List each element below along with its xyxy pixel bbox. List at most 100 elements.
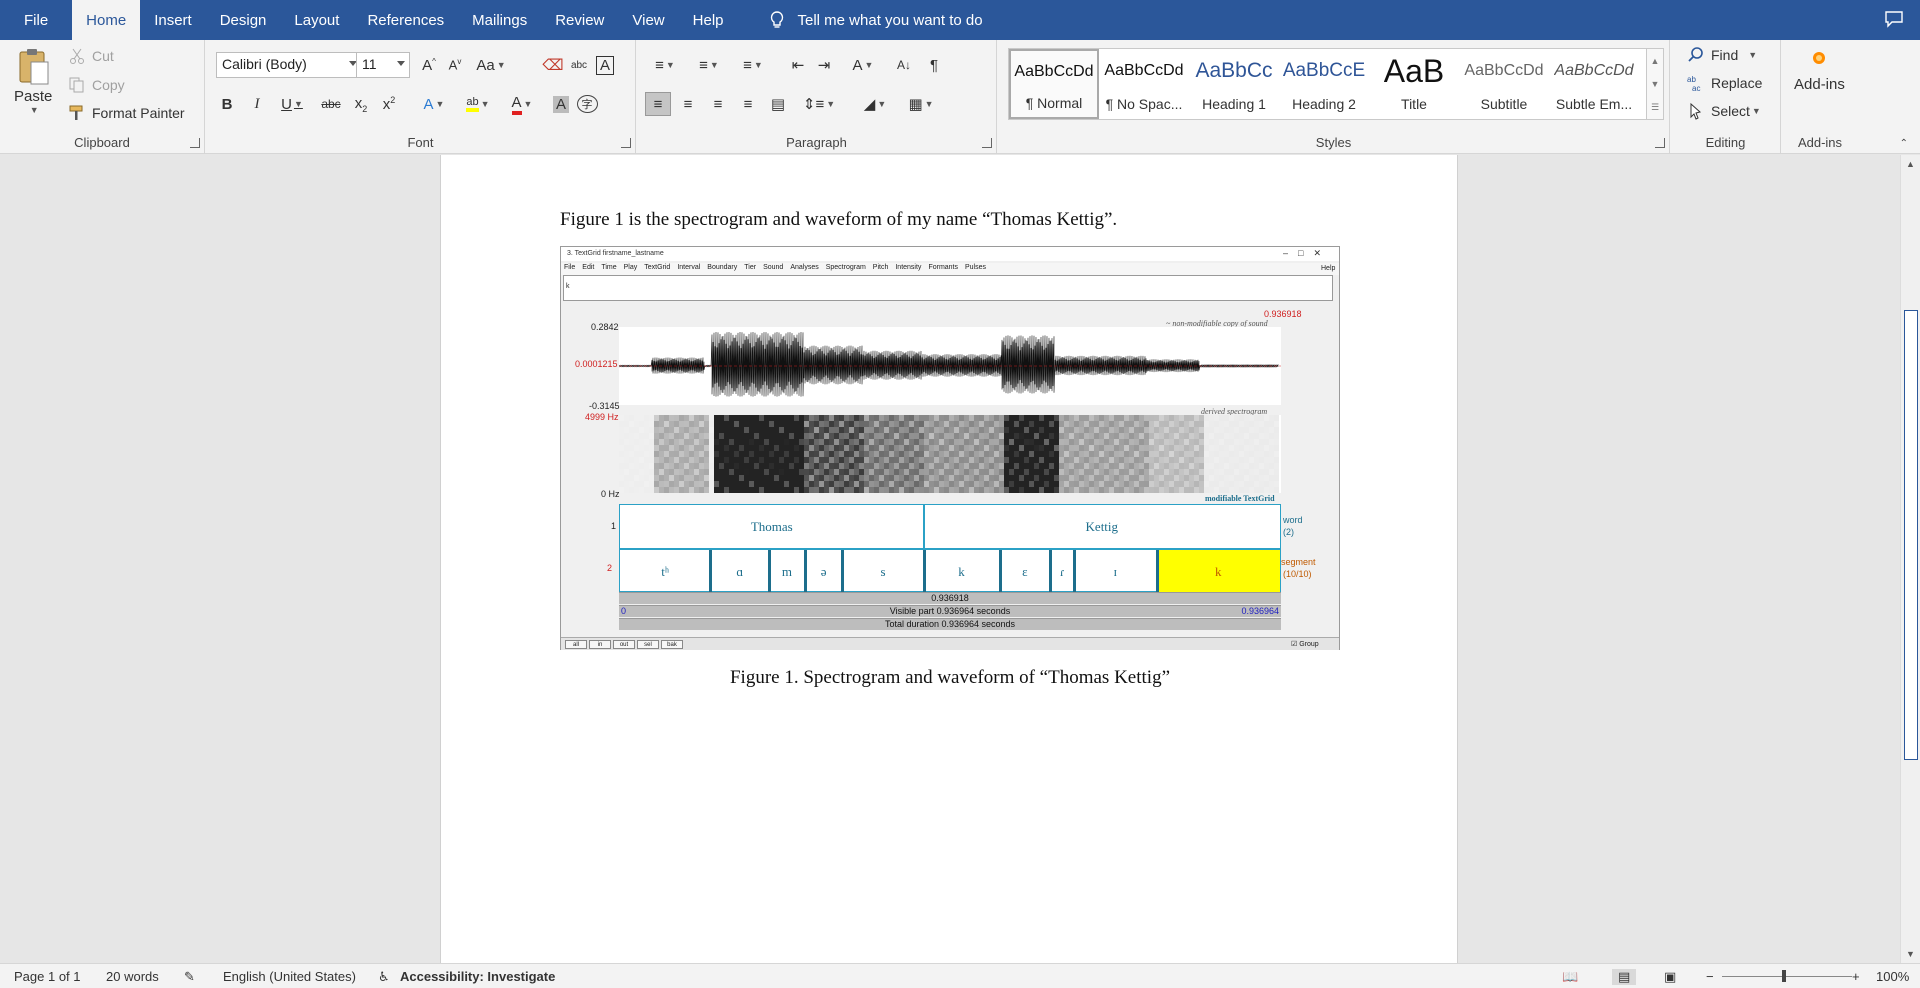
print-layout-icon[interactable]: ▤ bbox=[1612, 969, 1637, 985]
praat-segment-interval[interactable]: k bbox=[924, 550, 1000, 593]
tab-insert[interactable]: Insert bbox=[140, 0, 206, 40]
show-marks-button[interactable]: ¶ bbox=[921, 53, 947, 77]
praat-segment-boundary[interactable] bbox=[922, 550, 926, 592]
highlight-color-button[interactable]: ab ▼ bbox=[460, 92, 496, 116]
figure-caption[interactable]: Figure 1. Spectrogram and waveform of “T… bbox=[441, 667, 1459, 689]
shrink-font-button[interactable]: Av bbox=[442, 53, 468, 77]
tab-references[interactable]: References bbox=[353, 0, 458, 40]
praat-word-interval[interactable]: Kettig bbox=[924, 505, 1280, 548]
tab-help[interactable]: Help bbox=[679, 0, 738, 40]
praat-menu-time[interactable]: Time bbox=[601, 264, 616, 274]
align-left-button[interactable]: ≡ bbox=[645, 92, 671, 116]
change-case-button[interactable]: Aa ▼ bbox=[474, 53, 508, 77]
style-subtitle[interactable]: AaBbCcDd Subtitle bbox=[1459, 49, 1549, 119]
superscript-button[interactable]: x2 bbox=[376, 92, 402, 116]
praat-segment-interval[interactable]: m bbox=[769, 550, 805, 593]
multilevel-list-button[interactable]: ≡ ▼ bbox=[735, 53, 771, 77]
strikethrough-button[interactable]: abc bbox=[318, 92, 344, 116]
style-title[interactable]: AaB Title bbox=[1369, 49, 1459, 119]
accessibility-status[interactable]: Accessibility: Investigate bbox=[400, 969, 555, 984]
find-button[interactable]: Find ▼ bbox=[1687, 46, 1757, 64]
cut-button[interactable]: Cut bbox=[68, 47, 114, 65]
zoom-slider-thumb[interactable] bbox=[1782, 970, 1786, 982]
character-border-button[interactable]: A bbox=[592, 53, 618, 77]
praat-word-interval[interactable]: Thomas bbox=[620, 505, 924, 548]
praat-in-button[interactable]: in bbox=[589, 640, 611, 649]
paragraph-launcher-icon[interactable] bbox=[982, 138, 992, 148]
language-indicator[interactable]: English (United States) bbox=[223, 969, 356, 984]
praat-menu-tier[interactable]: Tier bbox=[744, 264, 756, 274]
grow-font-button[interactable]: A^ bbox=[416, 53, 442, 77]
praat-segment-interval[interactable]: ɑ bbox=[710, 550, 769, 593]
shading-fill-button[interactable]: ◢ ▼ bbox=[855, 92, 895, 116]
sort-button[interactable]: A↓ bbox=[891, 53, 917, 77]
tab-design[interactable]: Design bbox=[206, 0, 281, 40]
intro-paragraph[interactable]: Figure 1 is the spectrogram and waveform… bbox=[560, 209, 1117, 231]
read-mode-icon[interactable]: 📖 bbox=[1562, 969, 1578, 985]
format-painter-button[interactable]: Format Painter bbox=[68, 104, 185, 122]
praat-group-checkbox[interactable]: ☑ Group bbox=[1291, 640, 1319, 648]
collapse-ribbon-icon[interactable]: ⌃ bbox=[1900, 138, 1908, 149]
praat-total-bar[interactable]: Total duration 0.936964 seconds bbox=[619, 618, 1281, 630]
font-color-button[interactable]: A ▼ bbox=[504, 92, 540, 116]
praat-segment-interval[interactable]: ə bbox=[805, 550, 843, 593]
underline-button[interactable]: U ▼ bbox=[274, 92, 310, 116]
praat-segment-interval[interactable]: ɛ bbox=[1000, 550, 1051, 593]
praat-menu-file[interactable]: File bbox=[564, 264, 575, 274]
shading-button[interactable]: A bbox=[548, 92, 574, 116]
select-button[interactable]: Select ▼ bbox=[1687, 102, 1761, 120]
phonetic-guide-button[interactable]: abc bbox=[566, 53, 592, 77]
praat-visible-bar[interactable]: 0 Visible part 0.936964 seconds 0.936964 bbox=[619, 605, 1281, 617]
replace-button[interactable]: ab ac Replace bbox=[1687, 74, 1762, 92]
styles-launcher-icon[interactable] bbox=[1655, 138, 1665, 148]
praat-segment-interval[interactable]: ɪ bbox=[1074, 550, 1157, 593]
praat-menu-edit[interactable]: Edit bbox=[582, 264, 594, 274]
style-heading-1[interactable]: AaBbCc Heading 1 bbox=[1189, 49, 1279, 119]
proofing-icon[interactable]: ✎ bbox=[184, 969, 195, 985]
enclose-characters-button[interactable]: 字 bbox=[574, 92, 600, 116]
scroll-up-icon[interactable]: ▲ bbox=[1906, 159, 1915, 169]
praat-all-button[interactable]: all bbox=[565, 640, 587, 649]
praat-menu-pitch[interactable]: Pitch bbox=[873, 264, 889, 274]
distributed-button[interactable]: ▤ bbox=[765, 92, 791, 116]
praat-segment-interval[interactable]: tʰ bbox=[620, 550, 710, 593]
font-launcher-icon[interactable] bbox=[621, 138, 631, 148]
praat-word-boundary[interactable] bbox=[922, 505, 925, 548]
bold-button[interactable]: B bbox=[214, 92, 240, 116]
style-normal[interactable]: AaBbCcDd ¶ Normal bbox=[1009, 49, 1099, 119]
vertical-scrollbar[interactable]: ▲ ▼ bbox=[1900, 155, 1920, 963]
document-page[interactable]: Figure 1 is the spectrogram and waveform… bbox=[440, 155, 1458, 963]
style-heading-2[interactable]: AaBbCcE Heading 2 bbox=[1279, 49, 1369, 119]
clipboard-launcher-icon[interactable] bbox=[190, 138, 200, 148]
expand-gallery-icon[interactable]: ☰ bbox=[1651, 102, 1659, 113]
praat-screenshot-figure[interactable]: 3. TextGrid firstname_lastname –□✕ File E… bbox=[560, 246, 1340, 650]
tell-me-search[interactable]: Tell me what you want to do bbox=[768, 0, 983, 40]
style-subtle-emphasis[interactable]: AaBbCcDd Subtle Em... bbox=[1549, 49, 1639, 119]
praat-menu-interval[interactable]: Interval bbox=[677, 264, 700, 274]
copy-button[interactable]: Copy bbox=[68, 76, 125, 94]
praat-segment-boundary[interactable] bbox=[1073, 550, 1077, 592]
subscript-button[interactable]: x2 bbox=[348, 92, 374, 116]
addins-button[interactable]: Add-ins bbox=[1794, 48, 1845, 93]
praat-menu-spectrogram[interactable]: Spectrogram bbox=[826, 264, 866, 274]
praat-menu-pulses[interactable]: Pulses bbox=[965, 264, 986, 274]
text-effects-button[interactable]: A ▼ bbox=[416, 92, 452, 116]
clear-formatting-button[interactable]: ⌫ bbox=[540, 53, 566, 77]
line-spacing-button[interactable]: ⇕≡ ▼ bbox=[799, 92, 839, 116]
tab-view[interactable]: View bbox=[618, 0, 678, 40]
tab-review[interactable]: Review bbox=[541, 0, 618, 40]
praat-menu-boundary[interactable]: Boundary bbox=[707, 264, 737, 274]
word-count[interactable]: 20 words bbox=[106, 969, 159, 984]
font-name-combo[interactable]: Calibri (Body) bbox=[216, 52, 362, 78]
tab-home[interactable]: Home bbox=[72, 0, 141, 40]
praat-segment-boundary[interactable] bbox=[1049, 550, 1053, 592]
styles-gallery-scroller[interactable]: ▲ ▼ ☰ bbox=[1646, 48, 1664, 120]
scrollbar-thumb[interactable] bbox=[1904, 310, 1918, 760]
praat-menu-intensity[interactable]: Intensity bbox=[895, 264, 921, 274]
justify-button[interactable]: ≡ bbox=[735, 92, 761, 116]
zoom-level[interactable]: 100% bbox=[1876, 969, 1909, 984]
sort-asian-layout-button[interactable]: A ▼ bbox=[845, 53, 881, 77]
tab-file[interactable]: File bbox=[0, 0, 72, 40]
web-layout-icon[interactable]: ▣ bbox=[1664, 969, 1676, 985]
chevron-up-icon[interactable]: ▲ bbox=[1651, 56, 1660, 66]
